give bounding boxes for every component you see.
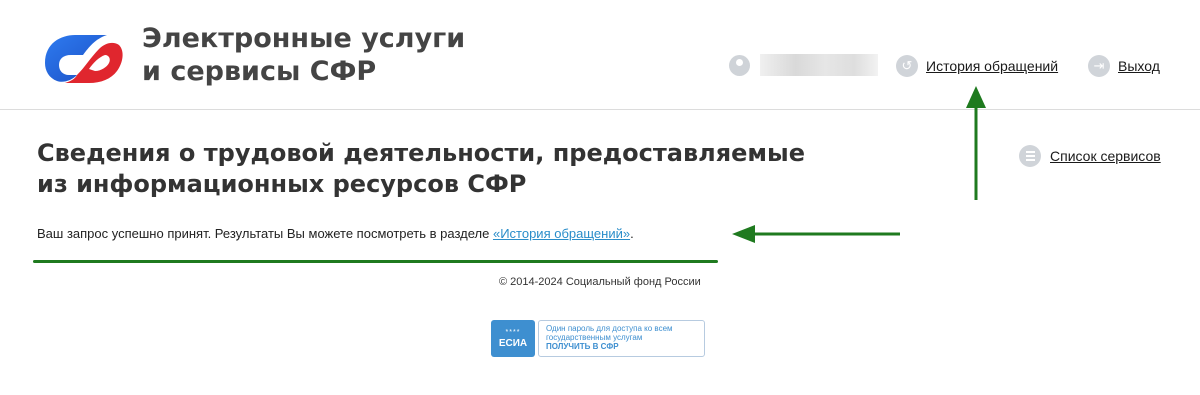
esia-text-line-2: государственным услугам	[546, 333, 643, 342]
list-icon	[1019, 145, 1041, 167]
esia-text-box[interactable]: Один пароль для доступа ко всем государс…	[538, 320, 705, 357]
sfr-logo-icon[interactable]	[37, 25, 125, 89]
message-text: Ваш запрос успешно принят. Результаты Вы…	[37, 226, 493, 241]
history-link[interactable]: История обращений	[926, 58, 1058, 74]
esia-banner[interactable]: **** ЕСИА Один пароль для доступа ко все…	[491, 320, 705, 357]
esia-text-line-1: Один пароль для доступа ко всем	[546, 324, 673, 333]
message-suffix: .	[630, 226, 634, 241]
brand-line-1: Электронные услуги	[142, 23, 466, 54]
logout-icon: ⇥	[1088, 55, 1110, 77]
brand-title[interactable]: Электронные услуги и сервисы СФР	[142, 22, 465, 88]
esia-badge[interactable]: **** ЕСИА	[491, 320, 535, 357]
user-avatar-icon	[729, 54, 750, 76]
message-history-link[interactable]: «История обращений»	[493, 226, 630, 241]
history-icon: ↺	[896, 55, 918, 77]
annotation-arrow-left-head	[732, 225, 755, 243]
site-header: Электронные услуги и сервисы СФР ↺ Истор…	[0, 0, 1200, 110]
esia-stars: ****	[505, 328, 521, 336]
annotation-underline	[33, 260, 718, 263]
logout-nav[interactable]: ⇥ Выход	[1088, 55, 1160, 77]
brand-line-2: и сервисы СФР	[142, 56, 377, 87]
history-nav[interactable]: ↺ История обращений	[896, 55, 1058, 77]
success-message: Ваш запрос успешно принят. Результаты Вы…	[37, 226, 634, 241]
user-profile[interactable]	[729, 54, 878, 76]
services-list-link[interactable]: Список сервисов	[1050, 148, 1161, 164]
user-name-redacted	[760, 54, 878, 76]
logout-link[interactable]: Выход	[1118, 58, 1160, 74]
services-nav[interactable]: Список сервисов	[1019, 145, 1161, 167]
esia-badge-label: ЕСИА	[498, 337, 528, 349]
copyright: © 2014-2024 Социальный фонд России	[499, 276, 701, 288]
page-title: Сведения о трудовой деятельности, предос…	[37, 139, 805, 198]
esia-get-link[interactable]: ПОЛУЧИТЬ В СФР	[546, 342, 697, 351]
